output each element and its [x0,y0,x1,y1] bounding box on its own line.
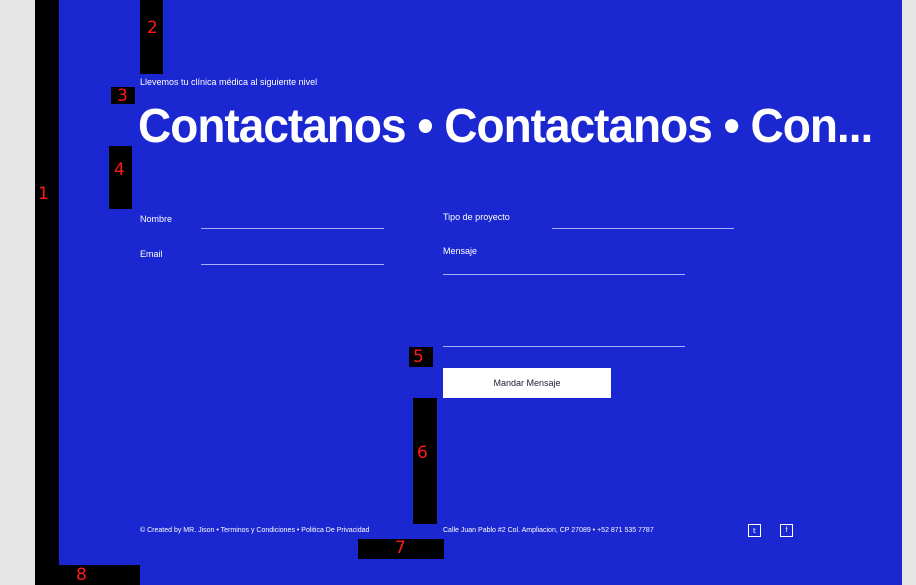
nombre-label: Nombre [140,214,173,224]
hero-subtitle: Llevemos tu clínica médica al siguiente … [140,77,318,87]
marker-1: 1 [38,184,49,204]
annotation-bar-1 [35,0,59,585]
marker-3: 3 [117,86,128,106]
page-title: Contactanos • Contactanos • Con... [138,97,873,153]
tipo-proyecto-label: Tipo de proyecto [443,212,510,222]
send-message-button[interactable]: Mandar Mensaje [443,368,611,398]
marker-5: 5 [413,347,424,367]
marker-6: 6 [417,443,428,463]
footer-credits: © Created by MR. Jison • Terminos y Cond… [140,527,369,534]
footer-credits-text[interactable]: Created by MR. Jison • Terminos y Condic… [147,527,369,534]
email-field[interactable] [201,264,384,265]
mensaje-field-bottom [443,346,685,347]
tipo-proyecto-field[interactable] [552,228,734,229]
mensaje-label: Mensaje [443,246,478,256]
marker-4: 4 [114,160,125,180]
marker-7: 7 [395,538,406,558]
annotation-bar-8 [59,565,140,585]
twitter-icon[interactable]: 𝕥 [748,524,761,537]
facebook-icon[interactable]: f [780,524,793,537]
marker-2: 2 [147,18,158,38]
email-label: Email [140,249,163,259]
copyright-icon: © [140,527,146,534]
contact-page: 1 2 3 4 5 6 7 8 Llevemos tu clínica médi… [35,0,902,585]
marker-8: 8 [76,565,87,585]
nombre-field[interactable] [201,228,384,229]
mensaje-field[interactable] [443,274,685,275]
footer-address: Calle Juan Pablo #2 Col. Ampliacion, CP … [443,527,654,534]
